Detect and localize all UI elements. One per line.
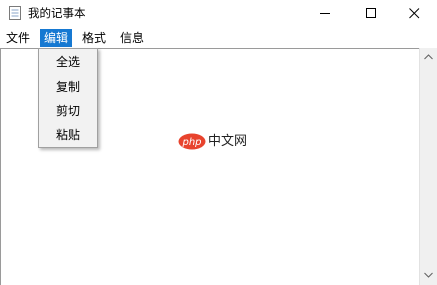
menu-bar: 文件 编辑 格式 信息 — [0, 27, 437, 48]
minimize-icon — [320, 13, 330, 14]
maximize-button[interactable] — [348, 0, 394, 27]
menu-info[interactable]: 信息 — [116, 29, 148, 47]
window-title: 我的记事本 — [28, 6, 86, 20]
menu-edit[interactable]: 编辑 — [40, 29, 73, 47]
php-logo-text: php — [181, 137, 201, 148]
php-logo: php — [178, 133, 206, 150]
menu-item-copy[interactable]: 复制 — [39, 75, 97, 100]
menu-file[interactable]: 文件 — [2, 29, 34, 47]
notepad-app-icon — [9, 6, 21, 20]
menu-item-paste[interactable]: 粘贴 — [39, 123, 97, 148]
close-button[interactable] — [391, 0, 437, 27]
maximize-icon — [366, 8, 376, 18]
menu-item-select-all[interactable]: 全选 — [39, 50, 97, 75]
vertical-scrollbar[interactable] — [419, 48, 437, 285]
scroll-down-arrow-icon[interactable] — [424, 272, 433, 278]
menu-format[interactable]: 格式 — [78, 29, 110, 47]
watermark-text: 中文网 — [208, 134, 248, 149]
minimize-button[interactable] — [302, 0, 348, 27]
close-icon — [409, 8, 420, 19]
menu-item-cut[interactable]: 剪切 — [39, 99, 97, 124]
title-bar: 我的记事本 — [0, 0, 437, 27]
scroll-up-arrow-icon[interactable] — [424, 54, 433, 60]
edit-menu-dropdown: 全选 复制 剪切 粘贴 — [38, 48, 98, 148]
